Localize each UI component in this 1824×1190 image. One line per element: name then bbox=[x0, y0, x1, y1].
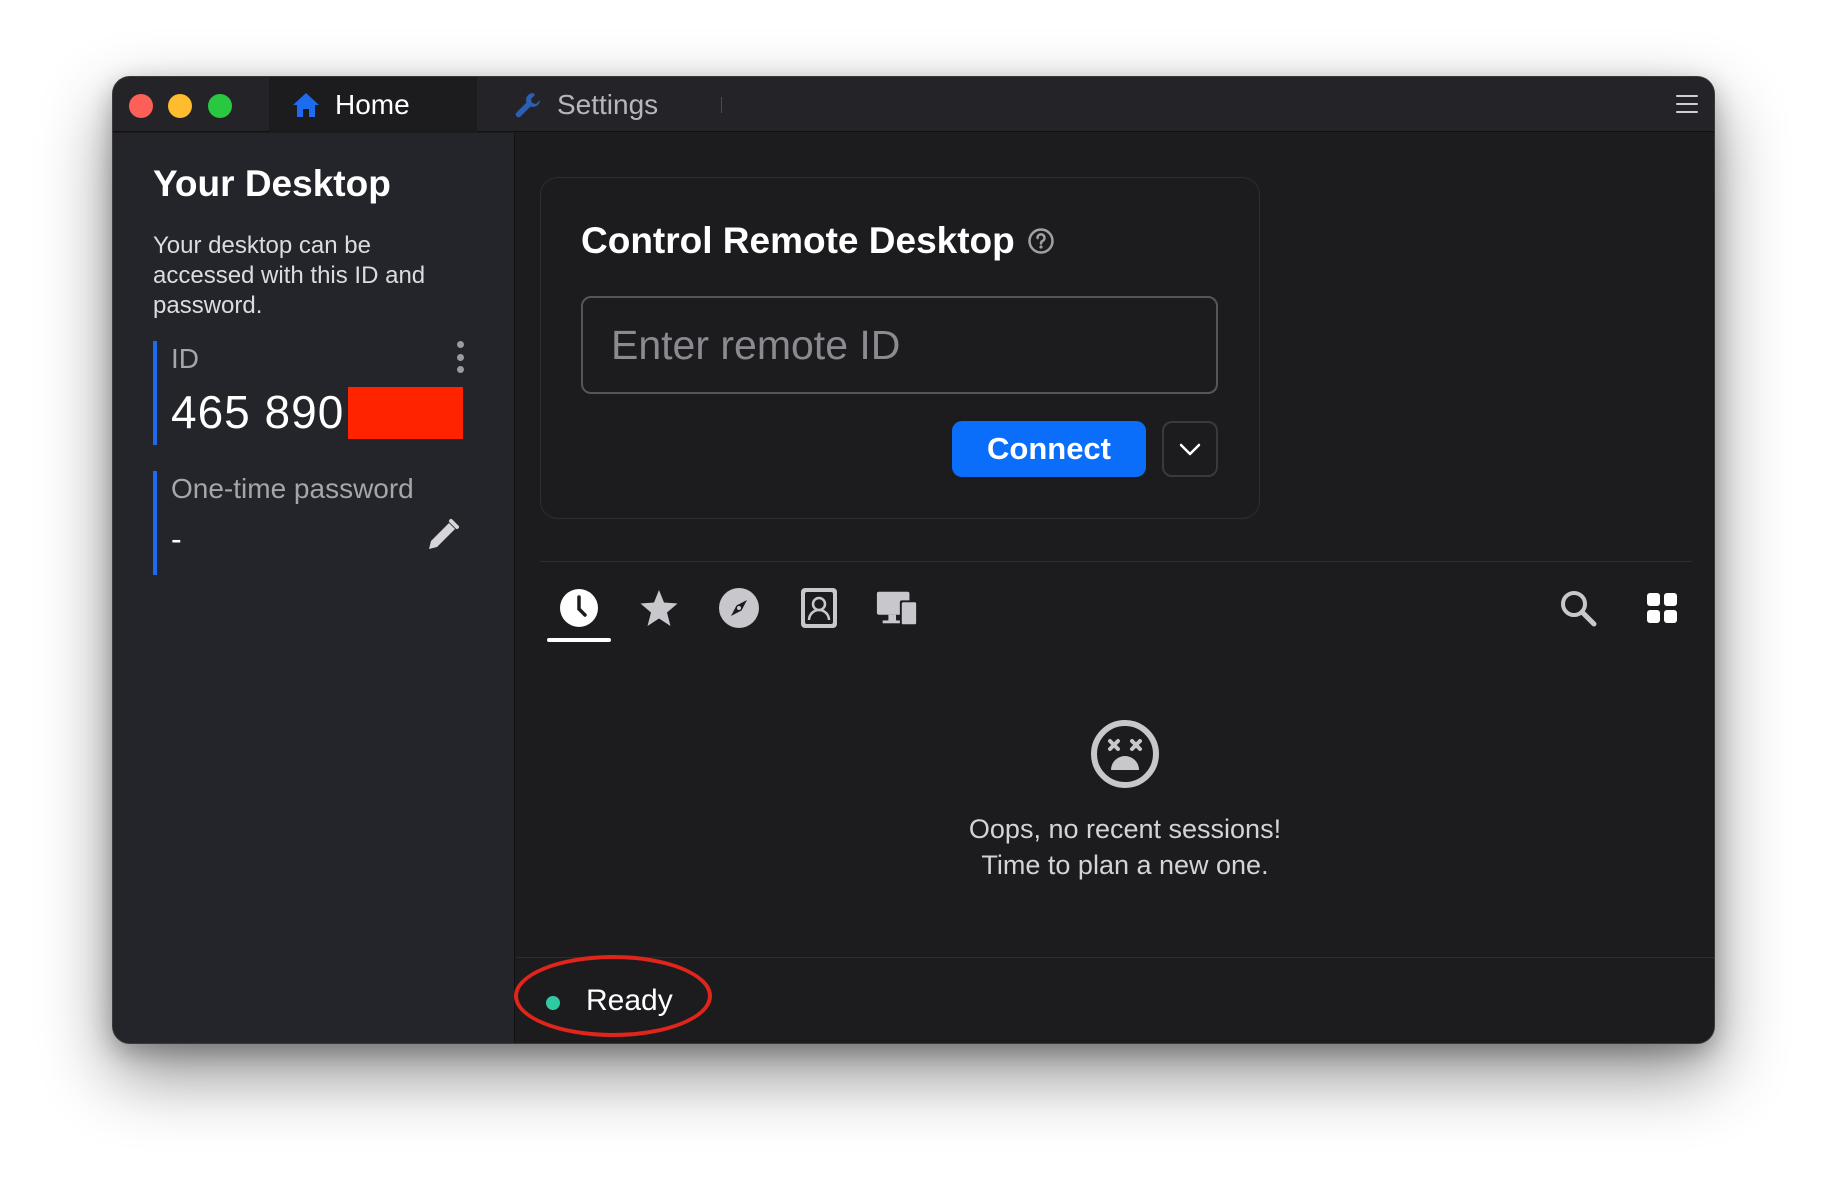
your-desktop-panel: Your Desktop Your desktop can be accesse… bbox=[113, 133, 515, 1043]
connect-options-dropdown[interactable] bbox=[1162, 421, 1218, 477]
compass-icon bbox=[719, 588, 759, 628]
connect-button[interactable]: Connect bbox=[952, 421, 1146, 477]
close-window-button[interactable] bbox=[129, 94, 153, 118]
search-sessions-button[interactable] bbox=[1556, 586, 1600, 630]
maximize-window-button[interactable] bbox=[208, 94, 232, 118]
sad-face-icon bbox=[1091, 720, 1159, 788]
tab-favorites[interactable] bbox=[637, 586, 681, 630]
id-more-options-icon[interactable] bbox=[454, 341, 466, 373]
address-book-icon bbox=[801, 588, 837, 628]
id-value: 465 890 bbox=[171, 386, 345, 438]
star-icon bbox=[640, 590, 678, 626]
password-value: - bbox=[171, 521, 182, 557]
edit-password-pencil-icon[interactable] bbox=[423, 517, 461, 555]
tab-address-book[interactable] bbox=[797, 586, 841, 630]
password-label: One-time password bbox=[171, 473, 414, 504]
section-divider bbox=[540, 561, 1692, 562]
card-title-text: Control Remote Desktop bbox=[581, 220, 1015, 261]
status-bar: Ready bbox=[516, 957, 1714, 1043]
title-bar: Home Settings bbox=[113, 77, 1714, 132]
id-accent-bar bbox=[153, 341, 157, 445]
hamburger-menu-icon[interactable] bbox=[1676, 95, 1698, 113]
id-label: ID bbox=[171, 343, 199, 374]
minimize-window-button[interactable] bbox=[168, 94, 192, 118]
tab-separator bbox=[721, 97, 722, 113]
wrench-icon bbox=[515, 92, 540, 117]
tab-home-label: Home bbox=[335, 88, 410, 120]
devices-icon bbox=[876, 591, 918, 626]
your-desktop-title: Your Desktop bbox=[153, 163, 391, 204]
tab-home[interactable]: Home bbox=[269, 77, 477, 132]
control-remote-desktop-title: Control Remote Desktop bbox=[581, 220, 1055, 262]
grid-icon bbox=[1647, 593, 1677, 623]
password-accent-bar bbox=[153, 471, 157, 575]
tab-settings-label: Settings bbox=[557, 88, 659, 120]
empty-sessions-message: Oops, no recent sessions! Time to plan a… bbox=[825, 811, 1425, 883]
active-tab-indicator bbox=[547, 638, 611, 642]
app-window: Home Settings Your Desktop Your desktop … bbox=[112, 76, 1715, 1044]
status-indicator-dot bbox=[546, 996, 560, 1010]
remote-id-input[interactable] bbox=[581, 296, 1218, 394]
clock-icon bbox=[560, 589, 598, 627]
control-remote-desktop-card: Control Remote Desktop Connect bbox=[540, 177, 1260, 519]
tab-recent-sessions[interactable] bbox=[557, 586, 601, 630]
status-text: Ready bbox=[586, 984, 673, 1017]
your-desktop-description: Your desktop can be accessed with this I… bbox=[153, 232, 426, 319]
empty-message-line1: Oops, no recent sessions! bbox=[968, 814, 1282, 844]
home-icon bbox=[293, 92, 319, 117]
redaction-block bbox=[348, 387, 463, 439]
tab-settings[interactable]: Settings bbox=[497, 77, 719, 132]
grid-view-button[interactable] bbox=[1640, 586, 1684, 630]
empty-message-line2: Time to plan a new one. bbox=[981, 850, 1269, 880]
chevron-down-icon bbox=[1179, 443, 1201, 456]
help-icon[interactable] bbox=[1027, 227, 1055, 255]
tab-discovered[interactable] bbox=[717, 586, 761, 630]
search-icon bbox=[1561, 591, 1597, 627]
tab-group[interactable] bbox=[875, 586, 919, 630]
